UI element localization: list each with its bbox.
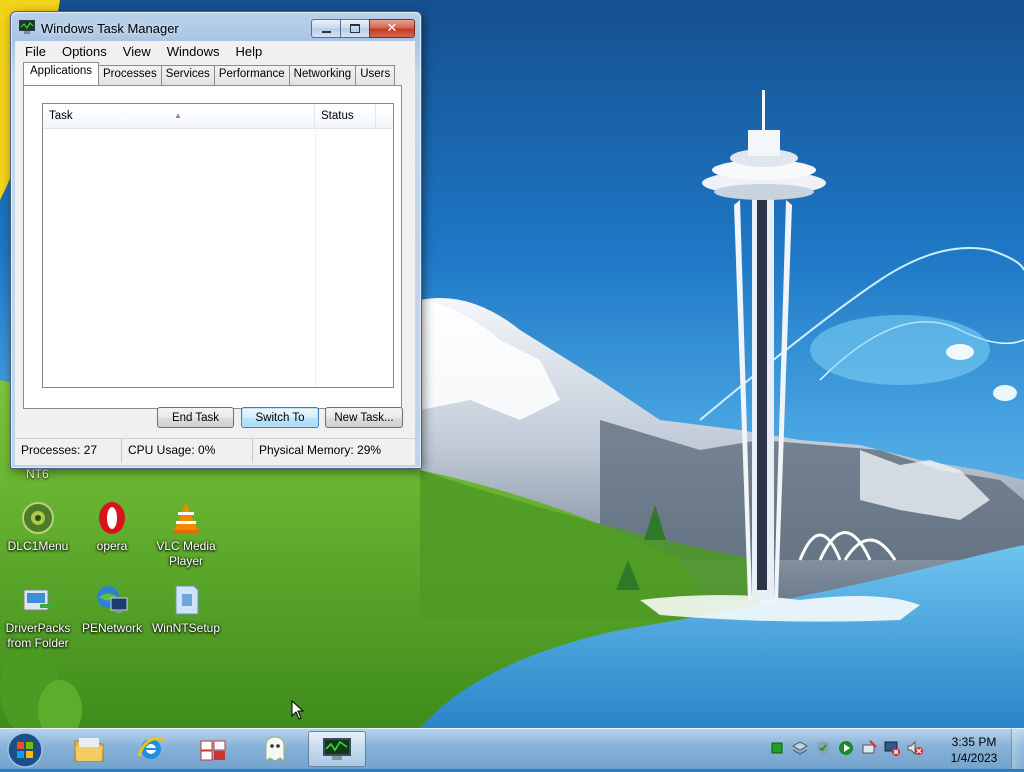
tab-performance[interactable]: Performance (213, 65, 290, 85)
internet-explorer-icon (137, 737, 165, 759)
close-button[interactable]: ✕ (369, 19, 415, 38)
show-desktop-button[interactable] (1011, 729, 1024, 769)
desktop-icon-label: DLC1Menu (7, 539, 69, 553)
list-header: Task ▲ Status (43, 104, 393, 129)
desktop-icon-label: WinNTSetup (151, 621, 221, 635)
menu-help[interactable]: Help (225, 41, 268, 61)
network-tool-icon[interactable] (860, 739, 878, 757)
taskbar-task-manager[interactable] (308, 731, 366, 767)
window-client: Applications Processes Services Performa… (15, 61, 415, 465)
desktop-icon-label: PENetwork (81, 621, 143, 635)
column-header-status[interactable]: Status (315, 104, 376, 128)
tab-services[interactable]: Services (160, 65, 215, 85)
desktop-icon-winntsetup[interactable]: WinNTSetup (148, 582, 224, 636)
maximize-button[interactable] (340, 19, 369, 38)
clock-time: 3:35 PM (951, 735, 997, 749)
green-square-icon[interactable] (768, 739, 786, 757)
tab-strip: Applications Processes Services Performa… (23, 62, 396, 85)
status-cpu-usage: CPU Usage: 0% (122, 439, 253, 463)
status-bar: Processes: 27 CPU Usage: 0% Physical Mem… (15, 438, 415, 463)
notification-area (768, 739, 924, 761)
network-error-icon[interactable] (883, 739, 901, 757)
sort-ascending-icon: ▲ (174, 111, 182, 120)
volume-muted-icon[interactable] (906, 739, 924, 757)
tab-applications[interactable]: Applications (23, 62, 100, 85)
desktop-partial-label: NT6 (26, 467, 49, 481)
desktop-icon-label: opera (96, 539, 128, 553)
taskbar-ghost[interactable] (246, 731, 304, 767)
ghost-icon (265, 736, 285, 762)
desktop-icon-label: VLC Media Player (156, 539, 216, 568)
taskbar: 3:35 PM 1/4/2023 (0, 728, 1024, 769)
play-icon[interactable] (837, 739, 855, 757)
taskbar-uninstall-tool[interactable] (184, 731, 242, 767)
column-divider (315, 128, 316, 387)
start-orb-icon (7, 732, 43, 768)
menu-file[interactable]: File (15, 41, 52, 61)
desktop-icon-opera[interactable]: opera (74, 500, 150, 554)
menu-bar: File Options View Windows Help (15, 41, 415, 61)
new-task-button[interactable]: New Task... (325, 407, 403, 428)
menu-windows[interactable]: Windows (157, 41, 226, 61)
vlc-icon (168, 500, 204, 536)
window-title: Windows Task Manager (41, 21, 179, 36)
clock-date: 1/4/2023 (950, 751, 998, 765)
winntsetup-icon (168, 582, 204, 618)
uninstall-tool-icon (200, 740, 226, 761)
title-bar[interactable]: Windows Task Manager ✕ (11, 12, 421, 42)
minimize-icon (321, 30, 331, 33)
taskbar-internet-explorer[interactable] (122, 731, 180, 767)
tab-processes[interactable]: Processes (98, 65, 162, 85)
explorer-folder-icon (74, 738, 104, 762)
dlc-menu-icon (20, 500, 56, 536)
task-manager-window: Windows Task Manager ✕ File Options View… (10, 11, 422, 469)
layers-icon[interactable] (791, 739, 809, 757)
desktop-icon-vlc[interactable]: VLC Media Player (148, 500, 224, 569)
column-task-label: Task (49, 110, 73, 122)
task-manager-icon (323, 738, 351, 760)
task-list[interactable]: Task ▲ Status (42, 103, 394, 388)
driverpacks-icon (20, 582, 56, 618)
tab-networking[interactable]: Networking (288, 65, 357, 85)
column-header-task[interactable]: Task ▲ (43, 104, 315, 128)
mouse-pointer-icon (291, 699, 305, 720)
end-task-button[interactable]: End Task (157, 407, 234, 428)
menu-options[interactable]: Options (52, 41, 113, 61)
switch-to-button[interactable]: Switch To (241, 407, 319, 428)
penetwork-icon (94, 582, 130, 618)
desktop-icon-penetwork[interactable]: PENetwork (74, 582, 150, 636)
desktop-icon-dlc1menu[interactable]: DLC1Menu (0, 500, 76, 554)
minimize-button[interactable] (311, 19, 340, 38)
opera-icon (94, 500, 130, 536)
status-physical-memory: Physical Memory: 29% (259, 443, 382, 457)
start-button[interactable] (6, 731, 44, 769)
tab-users[interactable]: Users (355, 65, 396, 85)
applications-panel: Task ▲ Status (23, 85, 402, 409)
desktop-icon-driverpacks[interactable]: DriverPacks from Folder (0, 582, 76, 651)
shield-check-icon[interactable] (814, 739, 832, 757)
taskbar-explorer[interactable] (60, 731, 118, 767)
system-clock[interactable]: 3:35 PM 1/4/2023 (934, 734, 1014, 766)
close-icon: ✕ (386, 21, 398, 36)
column-status-label: Status (321, 110, 354, 122)
task-manager-icon (19, 20, 35, 34)
menu-view[interactable]: View (113, 41, 157, 61)
status-processes: Processes: 27 (15, 439, 122, 463)
maximize-icon (350, 24, 360, 33)
desktop-icon-label: DriverPacks from Folder (5, 621, 71, 650)
